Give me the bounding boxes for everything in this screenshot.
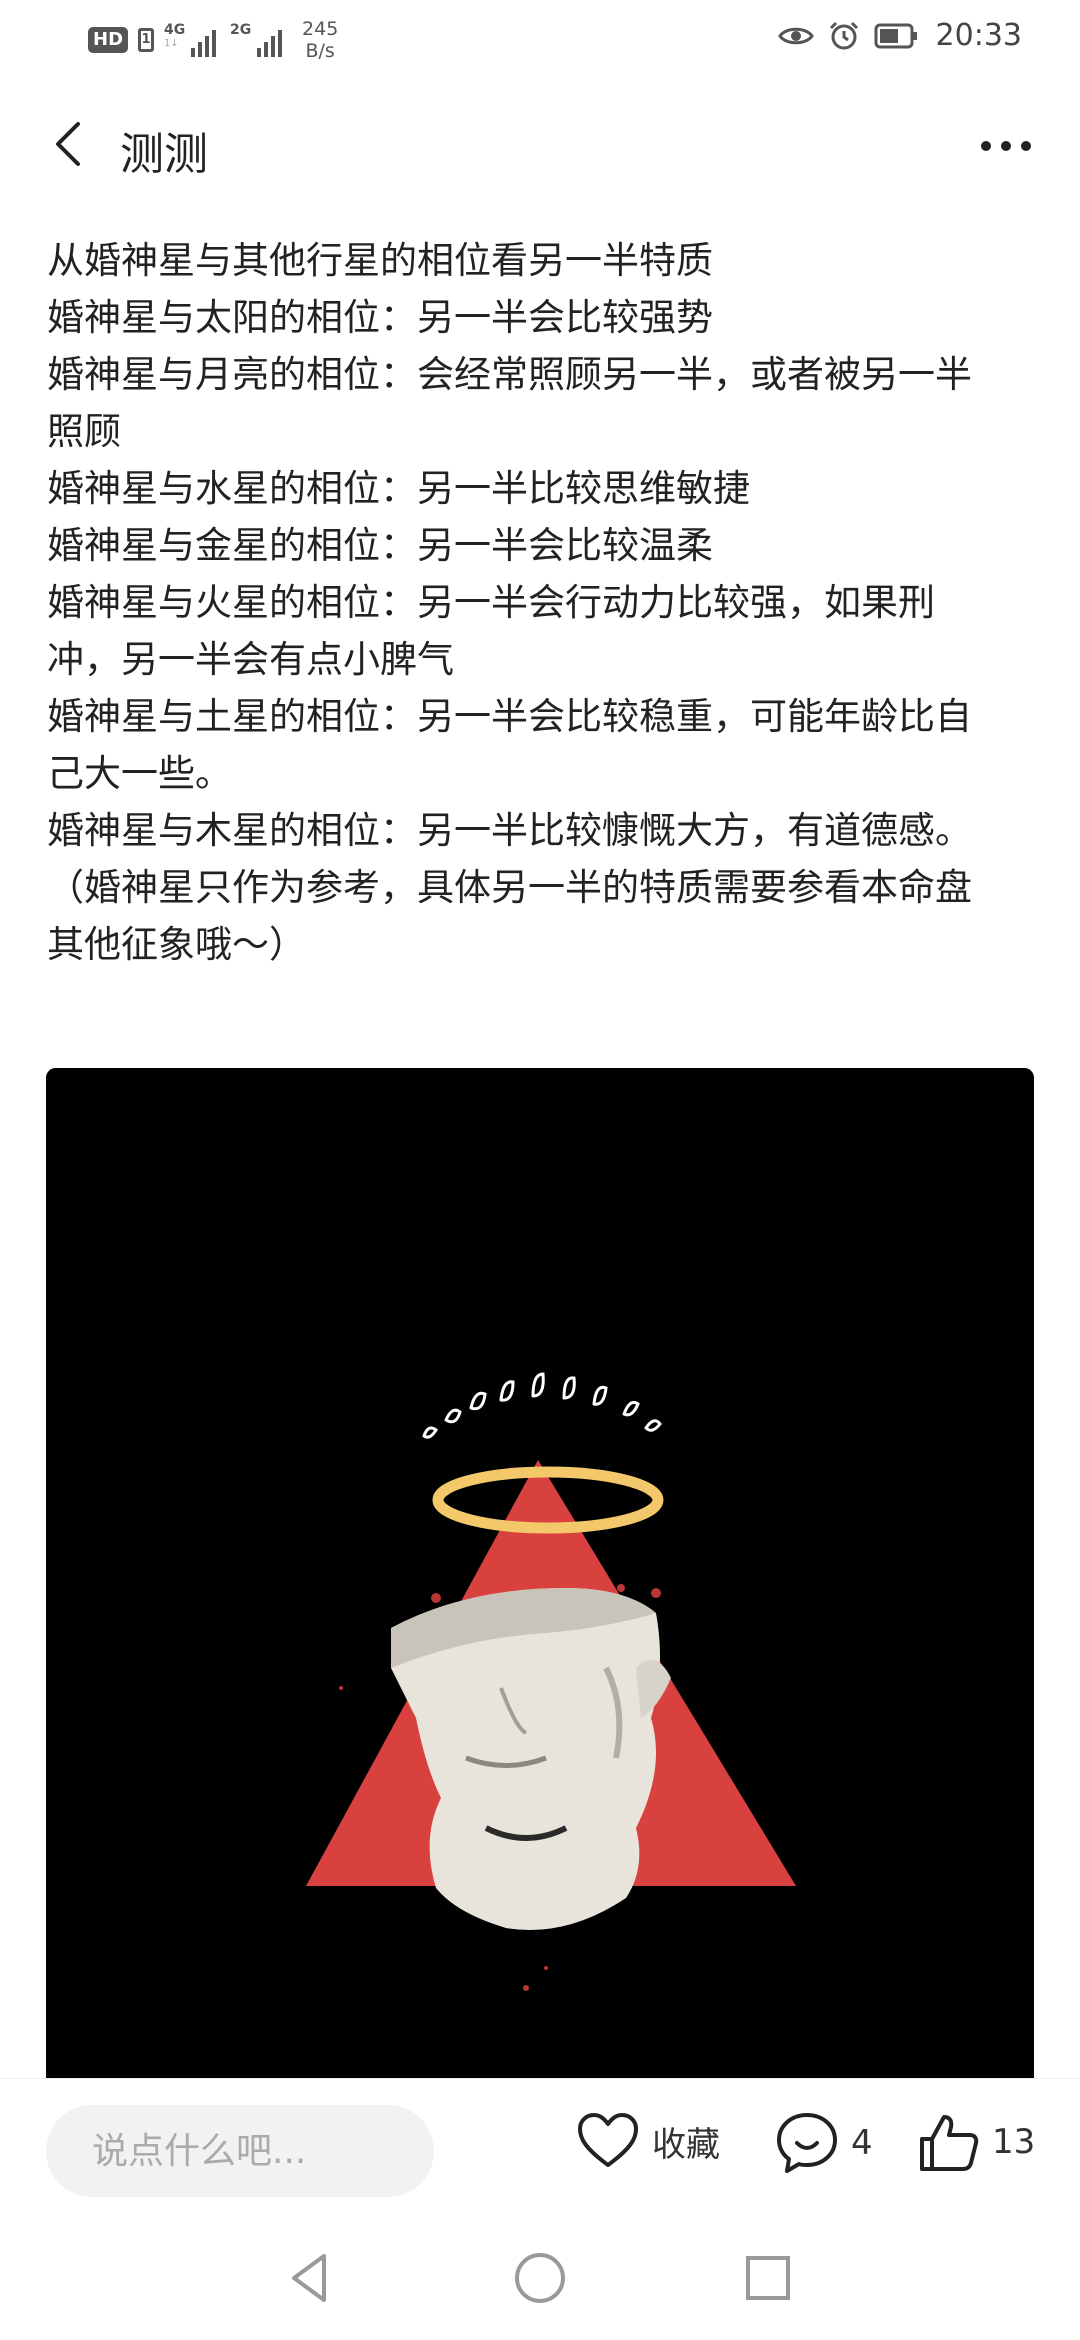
hd-voice-badge: HD: [88, 27, 129, 53]
post-line: 婚神星与水星的相位：另一半比较思维敏捷: [47, 467, 750, 510]
network-type-label-2: 2G: [230, 22, 252, 38]
more-dots-icon: [981, 141, 1031, 151]
like-button[interactable]: 13: [918, 2111, 1035, 2173]
post-line: 婚神星与木星的相位：另一半比较慷慨大方，有道德感。: [47, 809, 972, 852]
status-right: 20:33: [777, 18, 1022, 53]
app-bar: 测测: [0, 100, 1080, 190]
post-line: 婚神星与金星的相位：另一半会比较温柔: [47, 524, 713, 567]
comment-input[interactable]: [46, 2105, 434, 2197]
network-subscript: 1↓: [164, 38, 179, 49]
status-left: HD 1 4G 1↓ 2G 245 B/s: [88, 18, 338, 62]
post-line: 婚神星与火星的相位：另一半会行动力比较强，如果刑冲，另一半会有点小脾气: [47, 581, 935, 681]
bottom-action-bar: 收藏 4 13: [0, 2078, 1080, 2219]
post-image[interactable]: [46, 1068, 1034, 2080]
eye-icon: [777, 27, 814, 44]
comment-count: 4: [851, 2123, 873, 2163]
network-speed: 245 B/s: [302, 18, 338, 62]
clock: 20:33: [935, 18, 1022, 53]
heart-icon: [578, 2113, 638, 2167]
battery-icon: [874, 23, 917, 48]
comment-bubble-icon: [777, 2113, 837, 2173]
thumbs-up-icon: [920, 2115, 979, 2171]
comment-button[interactable]: 4: [775, 2111, 873, 2175]
system-back-button[interactable]: [280, 2248, 340, 2308]
page-title: 测测: [120, 129, 208, 180]
back-arrow-icon: [56, 122, 80, 166]
more-button[interactable]: [970, 114, 1042, 174]
post-line: （婚神星只作为参考，具体另一半的特质需要参看本命盘其他征象哦～）: [47, 866, 972, 966]
system-home-button[interactable]: [510, 2248, 570, 2308]
signal-bars-icon: [191, 30, 217, 57]
recents-square-icon: [746, 2256, 790, 2300]
post-line: 从婚神星与其他行星的相位看另一半特质: [47, 239, 713, 282]
status-bar: HD 1 4G 1↓ 2G 245 B/s 20:33: [0, 0, 1080, 80]
statue-halo-artwork: [46, 1068, 1034, 2080]
signal-2g-icon: 2G: [230, 22, 286, 58]
home-circle-icon: [515, 2253, 565, 2303]
back-button[interactable]: [42, 114, 102, 174]
signal-4g-icon: 4G 1↓: [164, 22, 220, 58]
post-line: 婚神星与土星的相位：另一半会比较稳重，可能年龄比自己大一些。: [47, 695, 972, 795]
network-type-label: 4G: [164, 22, 186, 38]
post-body: 从婚神星与其他行星的相位看另一半特质 婚神星与太阳的相位：另一半会比较强势 婚神…: [47, 232, 1007, 973]
system-navigation-bar: [0, 2218, 1080, 2340]
favorite-label: 收藏: [652, 2124, 720, 2165]
network-speed-value: 245: [302, 18, 339, 40]
favorite-button[interactable]: 收藏: [576, 2111, 720, 2171]
post-line: 婚神星与太阳的相位：另一半会比较强势: [47, 296, 713, 339]
alarm-icon: [829, 21, 858, 49]
back-triangle-icon: [292, 2254, 326, 2302]
system-recents-button[interactable]: [738, 2248, 798, 2308]
like-count: 13: [992, 2122, 1036, 2162]
network-speed-unit: B/s: [305, 40, 335, 62]
signal-bars-icon-2: [257, 30, 283, 57]
post-line: 婚神星与月亮的相位：会经常照顾另一半，或者被另一半照顾: [47, 353, 972, 453]
sim-icon: 1: [138, 28, 155, 52]
